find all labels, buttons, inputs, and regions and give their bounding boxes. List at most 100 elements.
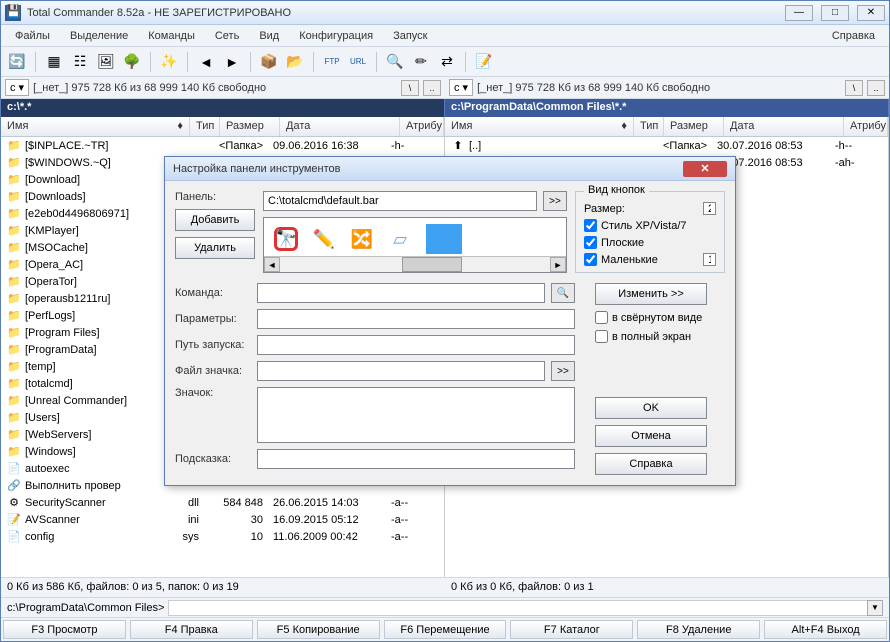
browse-panel-button[interactable]: >>	[543, 191, 567, 211]
left-root-button[interactable]: \	[401, 80, 419, 96]
col-date[interactable]: Дата	[724, 117, 844, 136]
menu-net[interactable]: Сеть	[207, 28, 247, 44]
menu-commands[interactable]: Команды	[140, 28, 203, 44]
cmdline-dropdown-icon[interactable]: ▼	[867, 600, 883, 616]
col-size[interactable]: Размер	[664, 117, 724, 136]
blank-tool-icon[interactable]	[426, 224, 462, 254]
menu-files[interactable]: Файлы	[7, 28, 58, 44]
fullscreen-checkbox[interactable]: в полный экран	[595, 330, 725, 343]
file-date: 09.06.2016 16:38	[267, 140, 387, 152]
params-input[interactable]	[257, 309, 575, 329]
ftp-icon[interactable]: FTP	[320, 50, 344, 74]
dialog-close-icon[interactable]: ✕	[683, 161, 727, 177]
f3-button[interactable]: F3 Просмотр	[3, 620, 126, 639]
col-type[interactable]: Тип	[634, 117, 664, 136]
hint-input[interactable]	[257, 449, 575, 469]
left-up-button[interactable]: ..	[423, 80, 441, 96]
close-icon[interactable]: ✕	[857, 5, 885, 21]
right-up-button[interactable]: ..	[867, 80, 885, 96]
file-attr: -h-	[391, 140, 421, 152]
small-size-input[interactable]	[703, 253, 716, 266]
cancel-button[interactable]: Отмена	[595, 425, 707, 447]
col-size[interactable]: Размер	[220, 117, 280, 136]
iconfile-browse-button[interactable]: >>	[551, 361, 575, 381]
col-type[interactable]: Тип	[190, 117, 220, 136]
view-brief-icon[interactable]: ▦	[42, 50, 66, 74]
xp-style-checkbox[interactable]: Стиль XP/Vista/7	[584, 219, 716, 232]
menu-view[interactable]: Вид	[251, 28, 287, 44]
app-icon	[5, 5, 21, 21]
iconfile-input[interactable]	[257, 361, 545, 381]
f6-button[interactable]: F6 Перемещение	[384, 620, 507, 639]
invert-selection-icon[interactable]: ✨	[157, 50, 181, 74]
maximize-icon[interactable]: □	[821, 5, 849, 21]
file-icon: 📁	[7, 343, 21, 357]
file-row[interactable]: ⬆ [..] <Папка> 30.07.2016 08:53 -h--	[445, 137, 888, 154]
back-icon[interactable]: ◄	[194, 50, 218, 74]
startpath-input[interactable]	[257, 335, 575, 355]
icon-strip[interactable]: 🔭 ✏️ 🔀 ▱ ◄ ►	[263, 217, 567, 273]
f4-button[interactable]: F4 Правка	[130, 620, 253, 639]
col-date[interactable]: Дата	[280, 117, 400, 136]
col-name[interactable]: Имя ♦	[445, 117, 634, 136]
file-row[interactable]: 📝 AVScanner ini 30 16.09.2015 05:12 -a--	[1, 511, 444, 528]
file-row[interactable]: 📁 [$INPLACE.~TR] <Папка> 09.06.2016 16:3…	[1, 137, 444, 154]
iconfile-label: Файл значка:	[175, 365, 251, 377]
f8-button[interactable]: F8 Удаление	[637, 620, 760, 639]
col-attr[interactable]: Атрибу	[400, 117, 444, 136]
command-browse-icon[interactable]: 🔍	[551, 283, 575, 303]
menu-help[interactable]: Справка	[824, 28, 883, 44]
menu-start[interactable]: Запуск	[385, 28, 435, 44]
minimized-checkbox[interactable]: в свёрнутом виде	[595, 311, 725, 324]
flat-checkbox[interactable]: Плоские	[584, 236, 716, 249]
left-path[interactable]: c:\*.*	[1, 99, 445, 117]
file-icon: 📁	[7, 156, 21, 170]
scroll-left-icon[interactable]: ◄	[264, 257, 280, 272]
change-button[interactable]: Изменить >>	[595, 283, 707, 305]
help-button[interactable]: Справка	[595, 453, 707, 475]
minimize-icon[interactable]: —	[785, 5, 813, 21]
right-drive-select[interactable]: c ▾	[449, 79, 473, 96]
f5-button[interactable]: F5 Копирование	[257, 620, 380, 639]
ok-button[interactable]: OK	[595, 397, 707, 419]
cmdline-input[interactable]	[168, 600, 868, 616]
file-row[interactable]: 📄 config sys 10 11.06.2009 00:42 -a--	[1, 528, 444, 545]
size-input[interactable]	[703, 202, 716, 215]
left-drive-select[interactable]: c ▾	[5, 79, 29, 96]
menu-selection[interactable]: Выделение	[62, 28, 136, 44]
forward-icon[interactable]: ►	[220, 50, 244, 74]
rename-tool-icon[interactable]: ✏️	[312, 227, 336, 251]
file-row[interactable]: ⚙ SecurityScanner dll 584 848 26.06.2015…	[1, 494, 444, 511]
sync-tool-icon[interactable]: 🔀	[350, 227, 374, 251]
file-attr: -a--	[391, 514, 421, 526]
unpack-icon[interactable]: 📂	[283, 50, 307, 74]
delete-button[interactable]: Удалить	[175, 237, 255, 259]
right-path[interactable]: c:\ProgramData\Common Files\*.*	[445, 99, 889, 117]
col-name[interactable]: Имя ♦	[1, 117, 190, 136]
menu-config[interactable]: Конфигурация	[291, 28, 381, 44]
f7-button[interactable]: F7 Каталог	[510, 620, 633, 639]
right-root-button[interactable]: \	[845, 80, 863, 96]
icon-preview[interactable]	[257, 387, 575, 443]
scroll-right-icon[interactable]: ►	[550, 257, 566, 272]
small-checkbox[interactable]	[584, 253, 597, 266]
url-icon[interactable]: URL	[346, 50, 370, 74]
command-input[interactable]	[257, 283, 545, 303]
multi-rename-icon[interactable]: ✏	[409, 50, 433, 74]
notepad-icon[interactable]: 📝	[472, 50, 496, 74]
scroll-thumb[interactable]	[402, 257, 462, 272]
pack-icon[interactable]: 📦	[257, 50, 281, 74]
sync-dirs-icon[interactable]: ⇄	[435, 50, 459, 74]
notepad-tool-icon[interactable]: ▱	[388, 227, 412, 251]
refresh-icon[interactable]: 🔄	[5, 50, 29, 74]
panel-path-input[interactable]	[263, 191, 537, 211]
col-attr[interactable]: Атрибу	[844, 117, 888, 136]
view-tree-icon[interactable]: 🌳	[120, 50, 144, 74]
view-full-icon[interactable]: ☷	[68, 50, 92, 74]
search-icon[interactable]: 🔍	[383, 50, 407, 74]
file-icon: 📁	[7, 309, 21, 323]
binoculars-icon[interactable]: 🔭	[274, 227, 298, 251]
view-thumb-icon[interactable]: 🖼	[94, 50, 118, 74]
altf4-button[interactable]: Alt+F4 Выход	[764, 620, 887, 639]
add-button[interactable]: Добавить	[175, 209, 255, 231]
